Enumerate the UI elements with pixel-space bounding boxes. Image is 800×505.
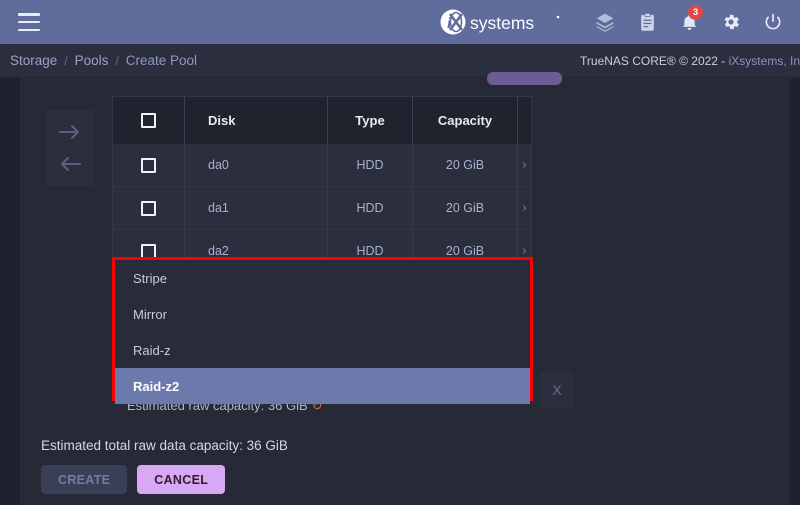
cell-actions: › xyxy=(518,187,531,229)
remove-vdev-button[interactable]: X xyxy=(540,372,574,408)
breadcrumb-item-create-pool[interactable]: Create Pool xyxy=(126,53,197,68)
cell-disk: da1 xyxy=(185,187,328,229)
copyright-link[interactable]: iXsystems, In xyxy=(729,54,800,68)
breadcrumb: Storage / Pools / Create Pool xyxy=(10,53,197,68)
cell-type-label: HDD xyxy=(356,244,384,258)
row-checkbox[interactable] xyxy=(141,200,156,216)
clipboard-icon[interactable] xyxy=(626,0,668,44)
cell-disk-label: da0 xyxy=(208,158,229,172)
chevron-right-icon[interactable]: › xyxy=(522,201,527,216)
cell-disk: da0 xyxy=(185,144,328,186)
top-navigation-bar: i systems 3 xyxy=(0,0,800,44)
cell-capacity-label: 20 GiB xyxy=(445,201,485,215)
cell-type-label: HDD xyxy=(356,201,384,215)
truenas-create-pool-page: i systems 3 Storage / Pools / Create Poo… xyxy=(0,0,800,505)
suggest-layout-button[interactable] xyxy=(487,72,562,85)
hamburger-menu-icon[interactable] xyxy=(18,13,40,31)
tasks-icon[interactable] xyxy=(584,0,626,44)
notification-badge: 3 xyxy=(688,5,703,20)
dropdown-option-raid-z[interactable]: Raid-z xyxy=(115,332,530,368)
dropdown-option-raid-z2[interactable]: Raid-z2 xyxy=(115,368,530,404)
column-header-actions xyxy=(518,97,531,144)
power-icon[interactable] xyxy=(752,0,794,44)
copyright-prefix: TrueNAS CORE® © 2022 - xyxy=(580,54,729,68)
table-row[interactable]: da1 HDD 20 GiB › xyxy=(112,187,532,230)
cell-capacity: 20 GiB xyxy=(413,187,518,229)
select-all-checkbox[interactable] xyxy=(141,113,156,128)
chevron-right-icon[interactable]: › xyxy=(522,158,527,173)
left-rail xyxy=(0,78,20,505)
cell-capacity-label: 20 GiB xyxy=(445,244,485,258)
cell-capacity-label: 20 GiB xyxy=(445,158,485,172)
column-header-capacity[interactable]: Capacity xyxy=(413,97,518,144)
cell-type: HDD xyxy=(328,187,413,229)
move-left-arrow-icon[interactable] xyxy=(53,150,87,178)
page-content: X Disk Type Capacity da0 HDD 20 GiB › da… xyxy=(0,72,800,505)
cell-actions: › xyxy=(518,144,531,186)
copyright-text: TrueNAS CORE® © 2022 - iXsystems, In xyxy=(580,44,800,78)
table-row[interactable]: da0 HDD 20 GiB › xyxy=(112,144,532,187)
cell-type-label: HDD xyxy=(356,158,384,172)
breadcrumb-separator: / xyxy=(115,53,119,68)
cell-disk-label: da2 xyxy=(208,244,229,258)
disk-transfer-controls xyxy=(46,110,94,186)
right-rail xyxy=(790,78,800,505)
vdev-layout-dropdown[interactable]: Stripe Mirror Raid-z Raid-z2 xyxy=(112,257,533,404)
svg-text:systems: systems xyxy=(470,13,534,33)
cell-disk-label: da1 xyxy=(208,201,229,215)
column-header-disk-label: Disk xyxy=(208,113,236,128)
row-select-cell xyxy=(113,187,185,229)
cell-capacity: 20 GiB xyxy=(413,144,518,186)
topbar-icon-group: 3 xyxy=(584,0,794,44)
estimated-total-capacity-text: Estimated total raw data capacity: 36 Gi… xyxy=(41,438,288,453)
notifications-icon[interactable]: 3 xyxy=(668,0,710,44)
dropdown-option-mirror[interactable]: Mirror xyxy=(115,296,530,332)
column-header-type[interactable]: Type xyxy=(328,97,413,144)
breadcrumb-item-pools[interactable]: Pools xyxy=(75,53,109,68)
breadcrumb-bar: Storage / Pools / Create Pool TrueNAS CO… xyxy=(0,44,800,78)
move-right-arrow-icon[interactable] xyxy=(53,118,87,146)
table-header-row: Disk Type Capacity xyxy=(112,96,532,144)
cancel-button[interactable]: CANCEL xyxy=(137,465,226,494)
create-button[interactable]: CREATE xyxy=(41,465,128,494)
gear-icon[interactable] xyxy=(710,0,752,44)
cell-type: HDD xyxy=(328,144,413,186)
breadcrumb-item-storage[interactable]: Storage xyxy=(10,53,57,68)
row-checkbox[interactable] xyxy=(141,157,156,173)
form-action-buttons: CREATE CANCEL xyxy=(41,465,226,494)
ixsystems-logo: i systems xyxy=(440,9,562,35)
column-header-capacity-label: Capacity xyxy=(437,113,493,128)
select-all-cell xyxy=(113,97,185,144)
breadcrumb-separator: / xyxy=(64,53,68,68)
row-select-cell xyxy=(113,144,185,186)
column-header-type-label: Type xyxy=(355,113,385,128)
dropdown-option-stripe[interactable]: Stripe xyxy=(115,260,530,296)
column-header-disk[interactable]: Disk xyxy=(185,97,328,144)
